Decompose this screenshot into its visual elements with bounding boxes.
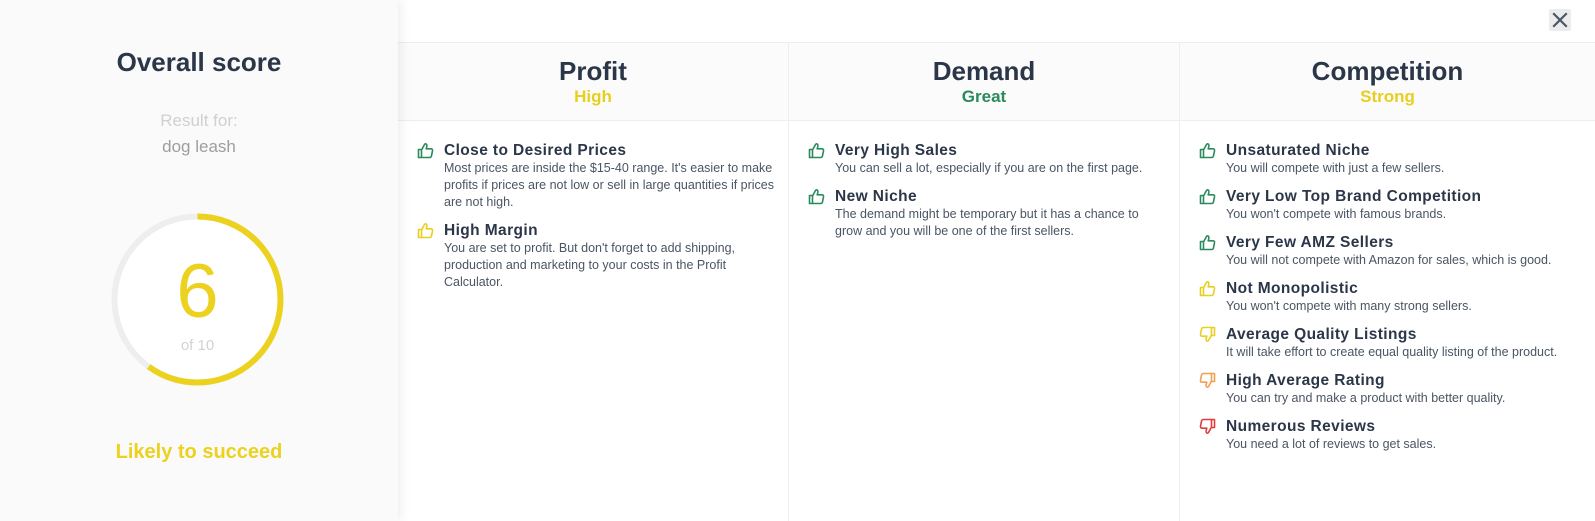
score-gauge: 6 of 10 [110,212,285,387]
score-out-of: of 10 [180,337,215,354]
column-header: Competition Strong [1180,43,1595,121]
result-for-label: Result for: [160,111,238,130]
list-item: Close to Desired Prices Most prices are … [417,141,778,211]
item-description: You can sell a lot, especially if you ar… [835,161,1143,175]
column-title: Profit [559,56,627,86]
close-button[interactable] [1549,9,1571,31]
overall-score-title: Overall score [116,47,282,77]
item-title: Unsaturated Niche [1226,142,1370,159]
thumbs-down-icon [1199,418,1216,435]
list-item: Numerous Reviews You need a lot of revie… [1199,417,1585,453]
item-description: You can try and make a product with bett… [1226,391,1506,405]
list-item: Very Few AMZ Sellers You will not compet… [1199,233,1585,269]
score-value: 6 [176,249,219,334]
column-demand: Demand Great Very High Sales You can sel… [789,43,1180,521]
item-title: Close to Desired Prices [444,142,627,159]
item-description: The demand might be temporary but it has… [835,207,1139,238]
list-item: Very Low Top Brand Competition You won't… [1199,187,1585,223]
thumbs-up-icon [1199,142,1216,159]
column-items: Very High Sales You can sell a lot, espe… [789,121,1179,240]
thumbs-down-icon [1199,326,1216,343]
result-query: dog leash [162,137,236,156]
column-items: Close to Desired Prices Most prices are … [398,121,788,291]
thumbs-up-icon [1199,280,1216,297]
item-title: High Average Rating [1226,372,1385,389]
list-item: High Margin You are set to profit. But d… [417,221,778,291]
thumbs-up-icon [1199,188,1216,205]
item-description: You won't compete with famous brands. [1226,207,1447,221]
item-title: Very Low Top Brand Competition [1226,188,1482,205]
column-level: Great [961,87,1007,106]
item-description: You will not compete with Amazon for sal… [1226,253,1552,267]
column-items: Unsaturated Niche You will compete with … [1180,121,1595,453]
item-title: Average Quality Listings [1226,326,1417,343]
item-description: It will take effort to create equal qual… [1226,345,1558,359]
list-item: Unsaturated Niche You will compete with … [1199,141,1585,177]
list-item: High Average Rating You can try and make… [1199,371,1585,407]
list-item: Not Monopolistic You won't compete with … [1199,279,1585,315]
list-item: Very High Sales You can sell a lot, espe… [808,141,1169,177]
analysis-columns: Profit High Close to Desired Prices Most… [398,43,1595,521]
item-title: Very Few AMZ Sellers [1226,234,1394,251]
item-description: You need a lot of reviews to get sales. [1226,437,1437,451]
thumbs-up-icon [417,142,434,159]
column-level: High [574,87,612,106]
column-title: Demand [932,56,1036,86]
column-title: Competition [1311,56,1464,86]
overall-score-panel: Overall score Result for: dog leash 6 of… [0,0,398,521]
item-description: You won't compete with many strong selle… [1226,299,1472,313]
thumbs-up-icon [808,142,825,159]
item-description: Most prices are inside the $15-40 range.… [444,161,775,209]
thumbs-up-icon [417,222,434,239]
item-title: Numerous Reviews [1226,418,1376,435]
item-title: High Margin [444,222,538,239]
column-header: Profit High [398,43,788,121]
column-header: Demand Great [789,43,1179,121]
item-title: Not Monopolistic [1226,280,1359,297]
list-item: Average Quality Listings It will take ef… [1199,325,1585,361]
column-competition: Competition Strong Unsaturated Niche You… [1180,43,1595,521]
thumbs-up-icon [808,188,825,205]
close-icon [1552,12,1568,28]
column-level: Strong [1360,87,1415,106]
score-verdict: Likely to succeed [115,441,283,463]
item-title: Very High Sales [835,142,958,159]
thumbs-down-icon [1199,372,1216,389]
column-profit: Profit High Close to Desired Prices Most… [398,43,789,521]
thumbs-up-icon [1199,234,1216,251]
list-item: New Niche The demand might be temporary … [808,187,1169,240]
item-description: You are set to profit. But don't forget … [444,241,736,289]
item-title: New Niche [835,188,917,205]
item-description: You will compete with just a few sellers… [1226,161,1445,175]
